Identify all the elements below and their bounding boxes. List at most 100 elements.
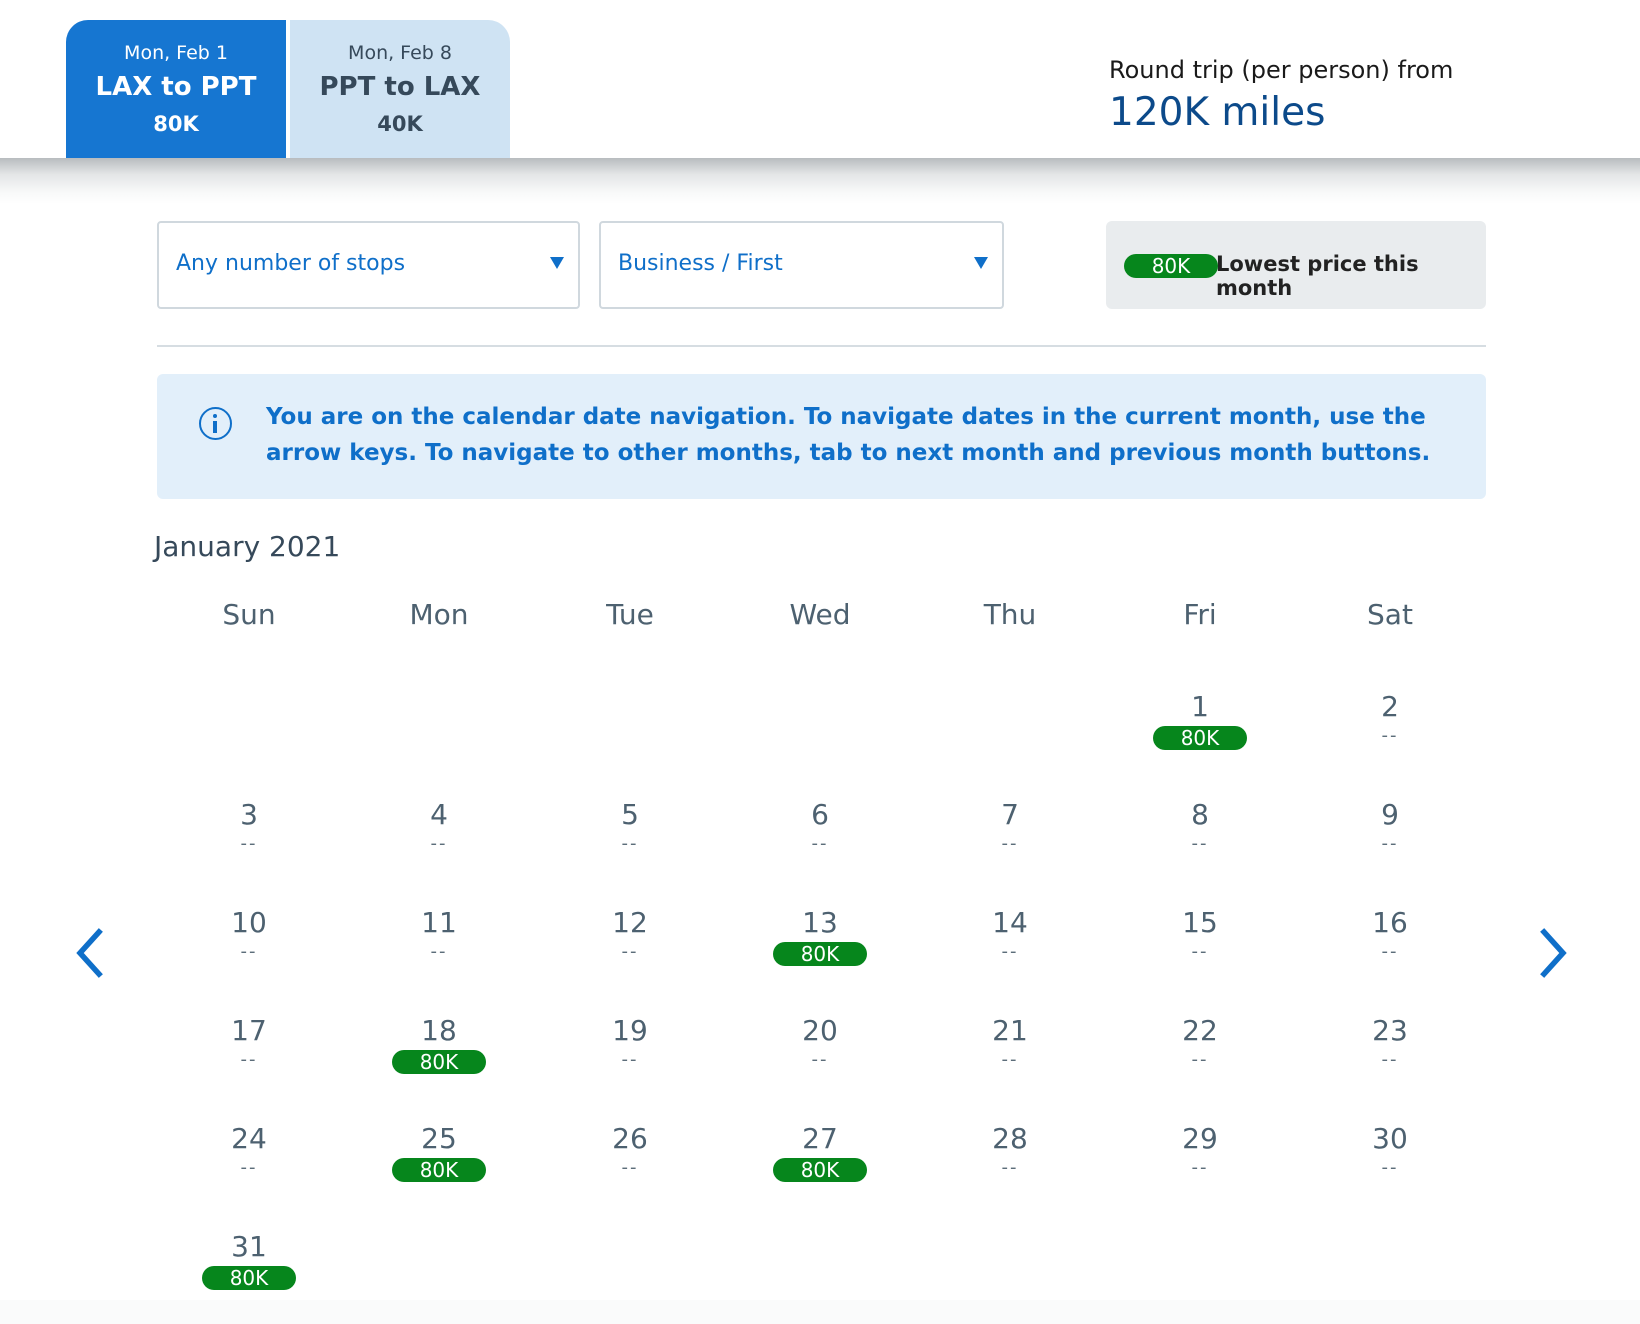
price-badge: 80K [773,1158,867,1182]
day-number: 2 [1381,690,1399,723]
calendar-day-17[interactable]: 17 -- [154,1014,344,1114]
calendar-day-20[interactable]: 20 -- [725,1014,915,1114]
stops-filter-select[interactable]: Any number of stops [157,221,580,309]
calendar-day-29[interactable]: 29 -- [1105,1122,1295,1222]
tab-price: 40K [377,112,423,136]
calendar-day-1[interactable]: 1 80K [1105,690,1295,790]
calendar-day-28[interactable]: 28 -- [915,1122,1105,1222]
no-price-indicator: -- [811,1049,829,1070]
day-number: 31 [231,1230,267,1263]
calendar-day-23[interactable]: 23 -- [1295,1014,1485,1114]
day-number: 21 [992,1014,1028,1047]
tab-price: 80K [153,112,199,136]
no-price-indicator: -- [240,833,258,854]
weekday-sun: Sun [222,598,276,631]
price-badge: 80K [1153,726,1247,750]
calendar-day-10[interactable]: 10 -- [154,906,344,1006]
price-badge: 80K [392,1050,486,1074]
day-number: 4 [430,798,448,831]
calendar-day-3[interactable]: 3 -- [154,798,344,898]
no-price-indicator: -- [1381,833,1399,854]
calendar-day-14[interactable]: 14 -- [915,906,1105,1006]
no-price-indicator: -- [621,833,639,854]
calendar-day-4[interactable]: 4 -- [344,798,534,898]
calendar-day-27[interactable]: 27 80K [725,1122,915,1222]
no-price-indicator: -- [1191,941,1209,962]
day-number: 5 [621,798,639,831]
calendar-day-12[interactable]: 12 -- [535,906,725,1006]
tab-return-flight[interactable]: Mon, Feb 8 PPT to LAX 40K [290,20,510,158]
calendar-day-2[interactable]: 2 -- [1295,690,1485,790]
day-number: 10 [231,906,267,939]
legend-text: Lowest price this month [1216,252,1419,300]
calendar-day-21[interactable]: 21 -- [915,1014,1105,1114]
caret-down-icon [550,257,564,269]
calendar-day-30[interactable]: 30 -- [1295,1122,1485,1222]
day-number: 15 [1182,906,1218,939]
chevron-right-icon [1540,928,1567,978]
no-price-indicator: -- [240,1049,258,1070]
no-price-indicator: -- [430,833,448,854]
weekday-wed: Wed [789,598,851,631]
cabin-filter-select[interactable]: Business / First [599,221,1004,309]
price-badge: 80K [202,1266,296,1290]
day-number: 17 [231,1014,267,1047]
calendar-day-22[interactable]: 22 -- [1105,1014,1295,1114]
summary-label: Round trip (per person) from [1109,56,1454,84]
calendar-day-9[interactable]: 9 -- [1295,798,1485,898]
calendar-day-26[interactable]: 26 -- [535,1122,725,1222]
no-price-indicator: -- [1381,1049,1399,1070]
day-number: 28 [992,1122,1028,1155]
day-number: 8 [1191,798,1209,831]
calendar-day-15[interactable]: 15 -- [1105,906,1295,1006]
calendar-day-11[interactable]: 11 -- [344,906,534,1006]
no-price-indicator: -- [811,833,829,854]
day-number: 9 [1381,798,1399,831]
no-price-indicator: -- [1191,833,1209,854]
weekday-thu: Thu [983,598,1037,631]
day-number: 19 [612,1014,648,1047]
no-price-indicator: -- [1001,1049,1019,1070]
trip-header: Mon, Feb 1 LAX to PPT 80K Mon, Feb 8 PPT… [0,0,1640,158]
day-number: 6 [811,798,829,831]
day-number: 29 [1182,1122,1218,1155]
divider [157,345,1486,347]
round-trip-summary: Round trip (per person) from 120K miles [1109,56,1453,135]
info-banner: You are on the calendar date navigation.… [157,374,1486,499]
no-price-indicator: -- [621,1157,639,1178]
no-price-indicator: -- [1001,941,1019,962]
no-price-indicator: -- [1381,1157,1399,1178]
calendar-day-7[interactable]: 7 -- [915,798,1105,898]
calendar-day-19[interactable]: 19 -- [535,1014,725,1114]
page-footer-edge [0,1300,1640,1324]
price-badge: 80K [1124,254,1218,278]
no-price-indicator: -- [1191,1157,1209,1178]
calendar-day-16[interactable]: 16 -- [1295,906,1485,1006]
tab-date: Mon, Feb 1 [124,42,228,64]
chevron-left-icon [76,928,103,978]
previous-month-button[interactable] [65,925,115,981]
next-month-button[interactable] [1528,925,1578,981]
day-number: 24 [231,1122,267,1155]
day-number: 3 [240,798,258,831]
calendar-day-18[interactable]: 18 80K [344,1014,534,1114]
calendar-day-8[interactable]: 8 -- [1105,798,1295,898]
calendar-day-24[interactable]: 24 -- [154,1122,344,1222]
day-number: 30 [1372,1122,1408,1155]
calendar-day-6[interactable]: 6 -- [725,798,915,898]
day-number: 20 [802,1014,838,1047]
tab-outbound-flight[interactable]: Mon, Feb 1 LAX to PPT 80K [66,20,286,158]
summary-value: 120K miles [1109,90,1326,135]
calendar-day-5[interactable]: 5 -- [535,798,725,898]
calendar-day-13[interactable]: 13 80K [725,906,915,1006]
info-banner-text: You are on the calendar date navigation.… [266,404,1431,466]
stops-selected-value: Any number of stops [176,251,406,276]
day-number: 14 [992,906,1028,939]
no-price-indicator: -- [621,1049,639,1070]
weekday-mon: Mon [409,598,469,631]
no-price-indicator: -- [1001,1157,1019,1178]
calendar-day-25[interactable]: 25 80K [344,1122,534,1222]
day-number: 11 [421,906,457,939]
no-price-indicator: -- [1191,1049,1209,1070]
day-number: 7 [1001,798,1019,831]
